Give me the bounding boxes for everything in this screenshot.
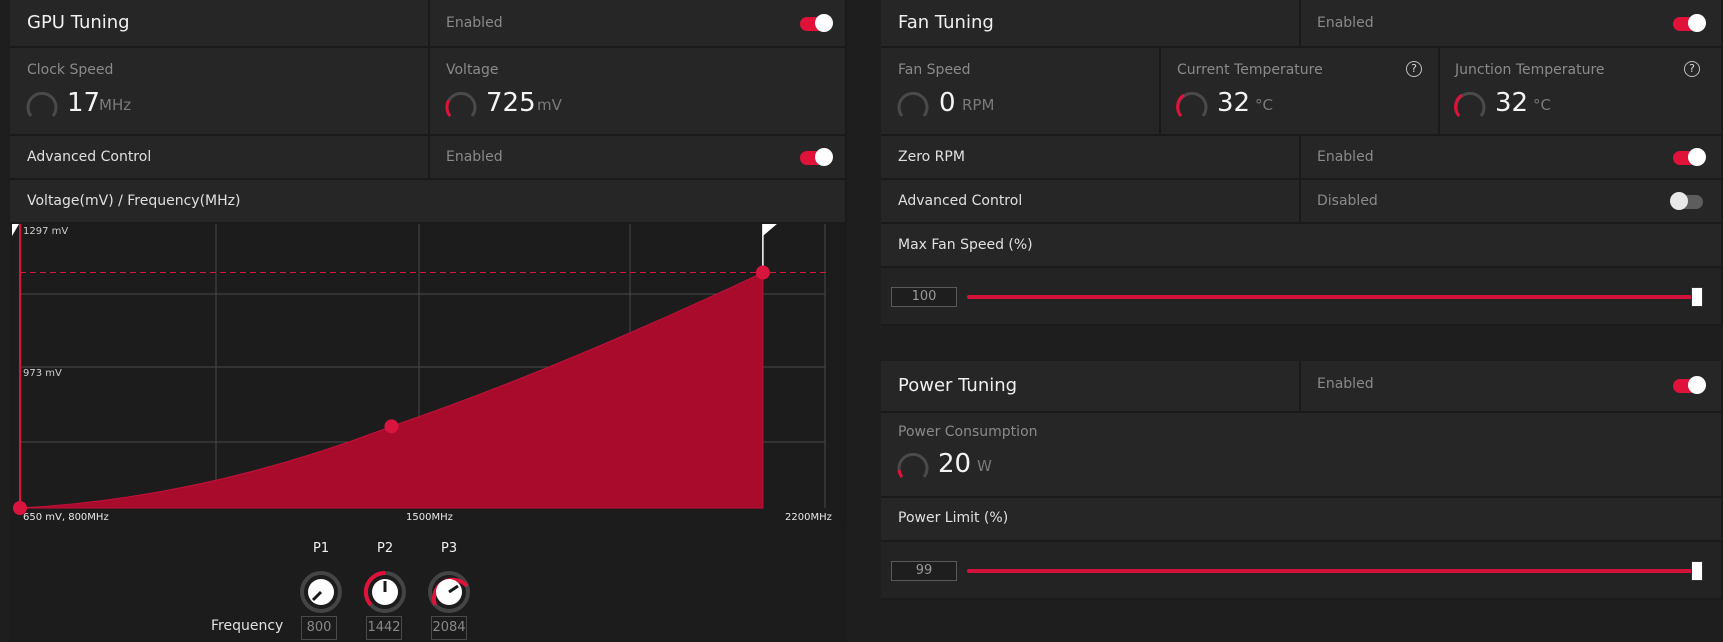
fan-advanced-label: Advanced Control [898,193,1023,209]
p1-frequency-input[interactable]: 800 [301,616,337,640]
gpu-tuning-status-cell: Enabled [430,0,847,48]
frequency-label: Frequency [211,618,284,634]
zero-rpm-label: Zero RPM [898,149,965,165]
current-temp-label: Current Temperature [1177,62,1323,78]
voltage-unit: mV [537,96,562,114]
voltage-value: 725 [486,88,536,118]
p1-label: P1 [313,541,330,556]
clock-speed-unit: MHz [99,96,132,114]
zero-rpm-status: Enabled [1317,149,1374,165]
power-tuning-status: Enabled [1317,376,1374,392]
current-temp-cell: Current Temperature ? 32 °C [1161,48,1440,136]
max-fan-speed-cell: Max Fan Speed (%) [881,224,1723,268]
curve-title: Voltage(mV) / Frequency(MHz) [27,193,241,209]
zero-rpm-toggle[interactable] [1673,148,1706,166]
gpu-tuning-toggle[interactable] [800,14,833,32]
vf-point-p3[interactable] [755,265,770,280]
power-limit-label: Power Limit (%) [898,510,1009,526]
gpu-advanced-cell: Advanced Control [10,136,430,180]
voltage-label: Voltage [446,62,499,78]
gpu-advanced-toggle[interactable] [800,148,833,166]
voltage-cell: Voltage 725 mV [430,48,847,136]
power-consumption-gauge-icon [897,452,929,478]
fan-speed-label: Fan Speed [898,62,971,78]
vf-point-p2[interactable] [384,419,399,434]
power-tuning-header: Power Tuning [881,361,1301,413]
power-limit-slider-cell: 99 [881,542,1723,600]
p3-frequency-input[interactable]: 2084 [431,616,467,640]
fan-advanced-toggle[interactable] [1670,192,1703,210]
p2-knob[interactable] [363,570,407,614]
junction-temp-unit: °C [1533,96,1551,114]
zero-rpm-cell: Zero RPM [881,136,1301,180]
power-consumption-value: 20 [938,449,972,479]
fan-speed-cell: Fan Speed 0 RPM [881,48,1161,136]
max-fan-speed-input[interactable]: 100 [891,287,957,307]
fan-tuning-title: Fan Tuning [898,12,994,33]
curve-title-cell: Voltage(mV) / Frequency(MHz) [10,180,847,224]
fan-tuning-status: Enabled [1317,15,1374,31]
fan-tuning-toggle[interactable] [1673,14,1706,32]
power-limit-input[interactable]: 99 [891,561,957,581]
p1-knob[interactable] [299,570,343,614]
gpu-tuning-header: GPU Tuning [10,0,430,48]
junction-temp-gauge-icon [1454,91,1486,117]
junction-temp-label: Junction Temperature [1455,62,1605,78]
max-fan-speed-label: Max Fan Speed (%) [898,237,1033,253]
power-tuning-status-cell: Enabled [1301,361,1723,413]
junction-temp-help-icon[interactable]: ? [1684,61,1700,77]
voltage-gauge-icon [445,91,477,117]
voltage-frequency-chart[interactable]: 1297 mV 973 mV 650 mV, 800MHz 1500MHz 22… [10,224,840,526]
clock-speed-cell: Clock Speed 17 MHz [10,48,430,136]
power-consumption-cell: Power Consumption 20 W [881,413,1723,498]
current-temp-help-icon[interactable]: ? [1406,61,1422,77]
current-temp-unit: °C [1255,96,1273,114]
gpu-advanced-status-cell: Enabled [430,136,847,180]
y-tick-label-top: 1297 mV [23,226,68,237]
current-temp-gauge-icon [1176,91,1208,117]
current-temp-value: 32 [1217,88,1251,118]
clock-speed-value: 17 [67,88,101,118]
power-limit-cell: Power Limit (%) [881,498,1723,542]
power-tuning-toggle[interactable] [1673,376,1706,394]
fan-tuning-header: Fan Tuning [881,0,1301,48]
clock-speed-gauge-icon [26,91,58,117]
x-tick-label-left: 650 mV, 800MHz [23,512,109,523]
junction-temp-cell: Junction Temperature ? 32 °C [1440,48,1723,136]
y-tick-label-mid: 973 mV [23,368,62,379]
power-consumption-label: Power Consumption [898,424,1038,440]
power-tuning-title: Power Tuning [898,375,1018,396]
power-limit-track[interactable] [967,569,1697,573]
p3-knob[interactable] [427,570,471,614]
power-limit-thumb[interactable] [1691,561,1703,581]
x-tick-label-mid: 1500MHz [406,512,453,523]
gpu-tuning-title: GPU Tuning [27,12,130,33]
fan-advanced-status-cell: Disabled [1301,180,1723,224]
clock-speed-label: Clock Speed [27,62,114,78]
gpu-tuning-status: Enabled [446,15,503,31]
fan-tuning-status-cell: Enabled [1301,0,1723,48]
max-fan-speed-slider-cell: 100 [881,268,1723,326]
fan-speed-value: 0 [939,88,956,118]
zero-rpm-status-cell: Enabled [1301,136,1723,180]
junction-temp-value: 32 [1495,88,1529,118]
p2-label: P2 [377,541,394,556]
gpu-advanced-label: Advanced Control [27,149,152,165]
p2-frequency-input[interactable]: 1442 [366,616,402,640]
fan-advanced-cell: Advanced Control [881,180,1301,224]
p3-label: P3 [441,541,458,556]
max-fan-speed-thumb[interactable] [1691,287,1703,307]
max-fan-speed-track[interactable] [967,295,1697,299]
gpu-advanced-status: Enabled [446,149,503,165]
power-consumption-unit: W [977,457,992,475]
fan-speed-unit: RPM [962,96,995,114]
fan-speed-gauge-icon [897,91,929,117]
fan-advanced-status: Disabled [1317,193,1378,209]
x-tick-label-right: 2200MHz [785,512,832,523]
